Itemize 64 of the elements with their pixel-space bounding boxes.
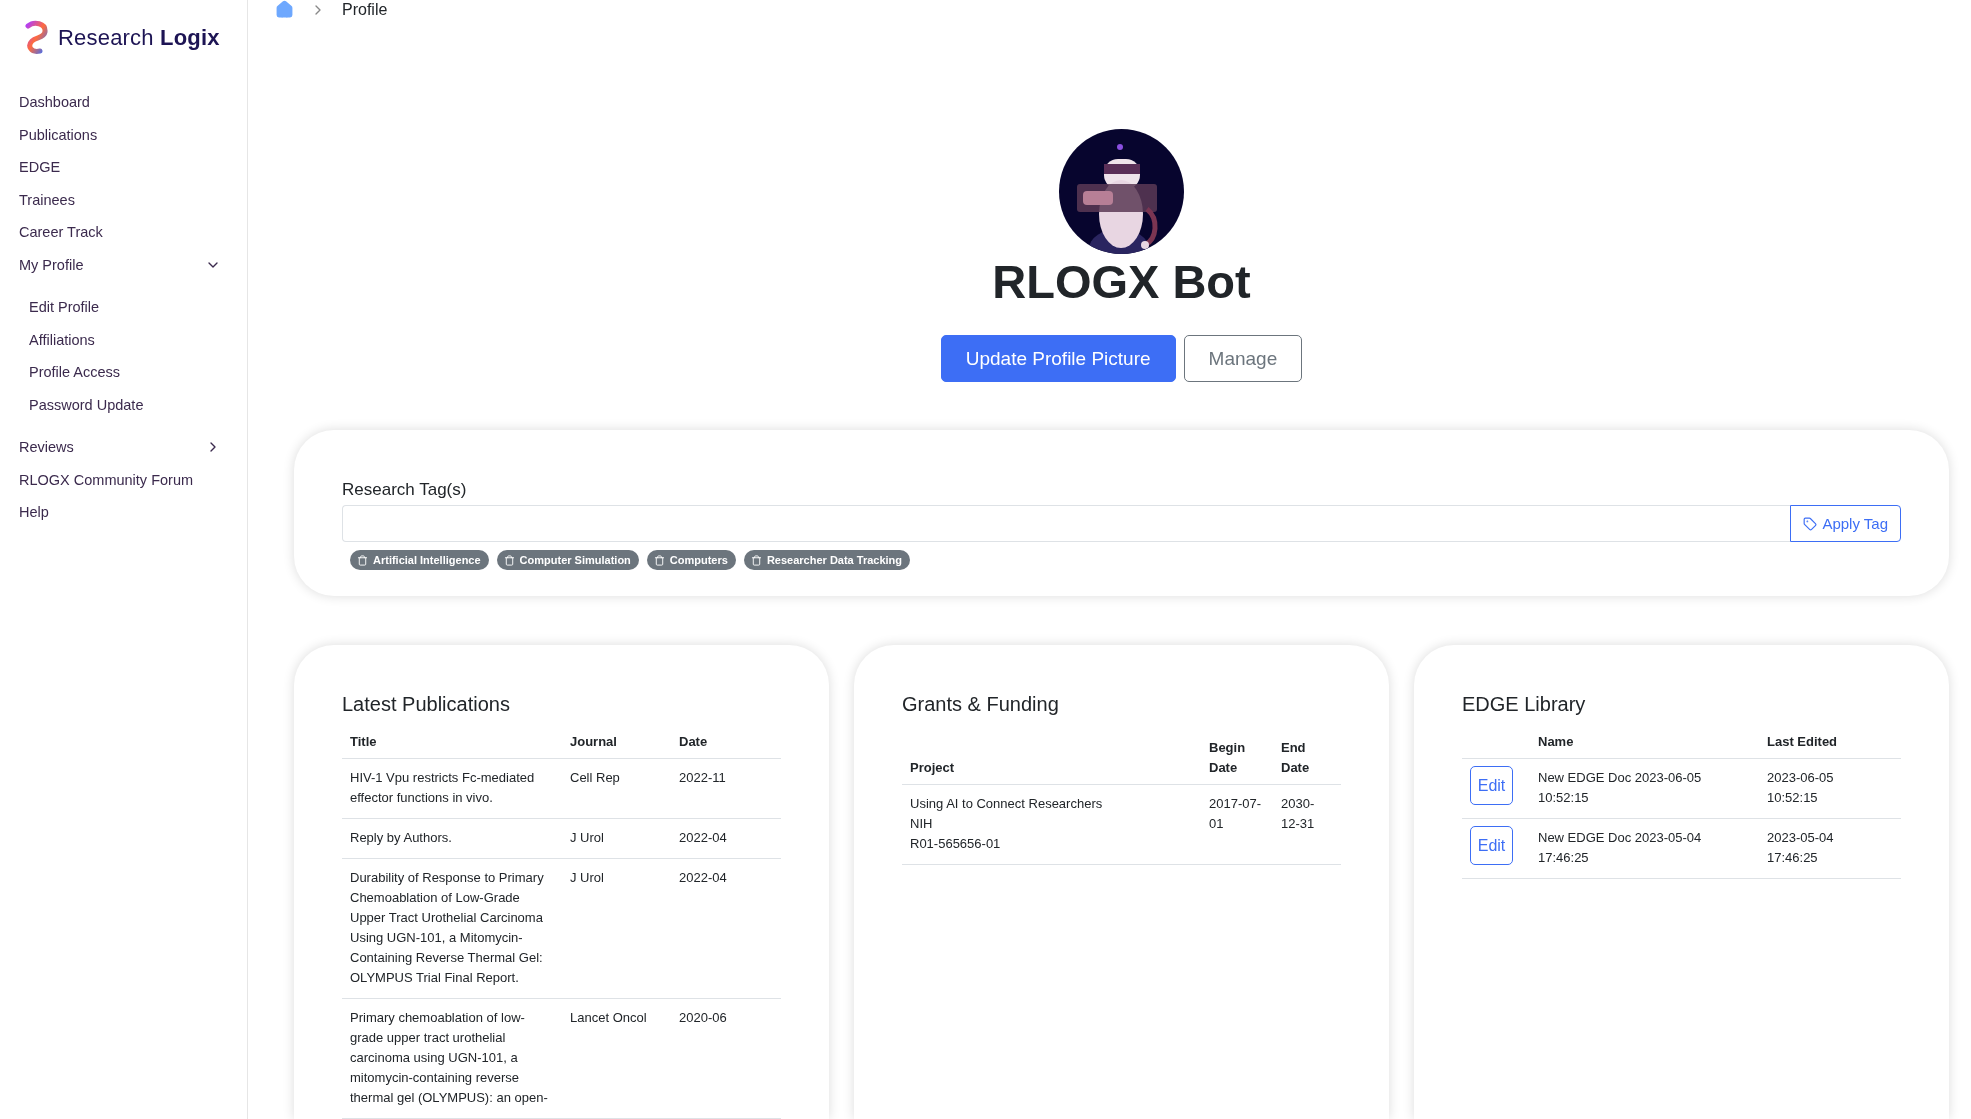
table-cell: J Urol <box>562 818 671 859</box>
column-header: Date <box>671 728 781 759</box>
nav-item[interactable]: Dashboard <box>0 86 247 119</box>
nav-item[interactable]: Reviews <box>0 431 247 464</box>
table-cell: 2023-06-05 10:52:15 <box>1759 758 1901 819</box>
breadcrumb-current: Profile <box>342 0 388 19</box>
nav-item[interactable]: Help <box>0 496 247 529</box>
logo-icon <box>22 20 50 56</box>
trash-icon[interactable] <box>750 554 762 566</box>
nav-item[interactable]: Edit Profile <box>0 291 247 324</box>
column-header: Project <box>902 734 1201 785</box>
card-title: Grants & Funding <box>902 693 1060 716</box>
column-header: Last Edited <box>1759 728 1901 759</box>
column-header: Begin Date <box>1201 734 1273 785</box>
trash-icon[interactable] <box>653 554 665 566</box>
nav-item[interactable]: Publications <box>0 118 247 151</box>
nav-item[interactable]: My Profile <box>0 248 247 281</box>
nav-item[interactable]: Password Update <box>0 388 247 421</box>
tag-icon <box>1803 516 1818 531</box>
table-cell: Cell Rep <box>562 758 671 819</box>
table-cell: Reply by Authors. <box>342 818 562 859</box>
tag-chip[interactable]: Computer Simulation <box>496 550 639 570</box>
edit-button[interactable]: Edit <box>1470 766 1513 805</box>
table-cell: HIV-1 Vpu restricts Fc-mediated effector functions in vivo. <box>342 758 562 819</box>
tag-chip[interactable]: Researcher Data Tracking <box>743 550 911 570</box>
manage-button[interactable]: Manage <box>1183 335 1303 382</box>
column-header: Title <box>342 728 562 759</box>
table-cell: Primary chemoablation of low-grade upper tract urothelial carcinoma using UGN-101, a mitomycin-containing reverse thermal gel (OLYMPUS): an open- <box>342 998 562 1119</box>
table-cell: New EDGE Doc 2023-06-05 10:52:15 <box>1530 758 1759 819</box>
nav-item[interactable]: EDGE <box>0 151 247 184</box>
update-picture-button[interactable]: Update Profile Picture <box>940 335 1176 382</box>
nav-item[interactable]: Profile Access <box>0 356 247 389</box>
table-cell: 2030-12-31 <box>1273 784 1341 865</box>
column-header: Name <box>1530 728 1759 759</box>
table-cell: Using AI to Connect Researchers NIH R01-565656-01 <box>902 784 1201 865</box>
edit-button[interactable]: Edit <box>1470 826 1513 865</box>
nav-item[interactable]: Affiliations <box>0 323 247 356</box>
home-icon[interactable] <box>275 0 294 20</box>
table-cell: New EDGE Doc 2023-05-04 17:46:25 <box>1530 818 1759 879</box>
table-cell: 2023-05-04 17:46:25 <box>1759 818 1901 879</box>
table-cell: J Urol <box>562 858 671 999</box>
column-header: End Date <box>1273 734 1341 785</box>
brand-name: Research Logix <box>58 25 220 51</box>
table-cell: 2022-11 <box>671 758 781 819</box>
table-cell: 2017-07-01 <box>1201 784 1273 865</box>
card-title: Latest Publications <box>342 693 511 716</box>
apply-tag-button[interactable]: Apply Tag <box>1790 505 1901 542</box>
tag-chip[interactable]: Computers <box>646 550 736 570</box>
nav-item[interactable]: Trainees <box>0 183 247 216</box>
table-cell: Durability of Response to Primary Chemoablation of Low-Grade Upper Tract Urothelial Carcinoma Using UGN-101, a Mitomycin-Containing Reverse Thermal Gel: OLYMPUS Trial Final Report. <box>342 858 562 999</box>
table-cell: 2020-06 <box>671 998 781 1119</box>
tag-chip[interactable]: Artificial Intelligence <box>350 550 489 570</box>
profile-name: RLOGX Bot <box>992 256 1251 308</box>
column-header: Journal <box>562 728 671 759</box>
table-cell: 2022-04 <box>671 818 781 859</box>
nav-item[interactable]: Career Track <box>0 216 247 249</box>
tag-input-field[interactable] <box>342 505 1791 542</box>
card-title: EDGE Library <box>1462 693 1587 716</box>
field-label: Research Tag(s) <box>342 480 468 500</box>
trash-icon[interactable] <box>357 554 368 566</box>
table-cell: 2022-04 <box>671 858 781 999</box>
nav-item[interactable]: RLOGX Community Forum <box>0 463 247 496</box>
trash-icon[interactable] <box>503 554 515 566</box>
table-cell: Lancet Oncol <box>562 998 671 1119</box>
